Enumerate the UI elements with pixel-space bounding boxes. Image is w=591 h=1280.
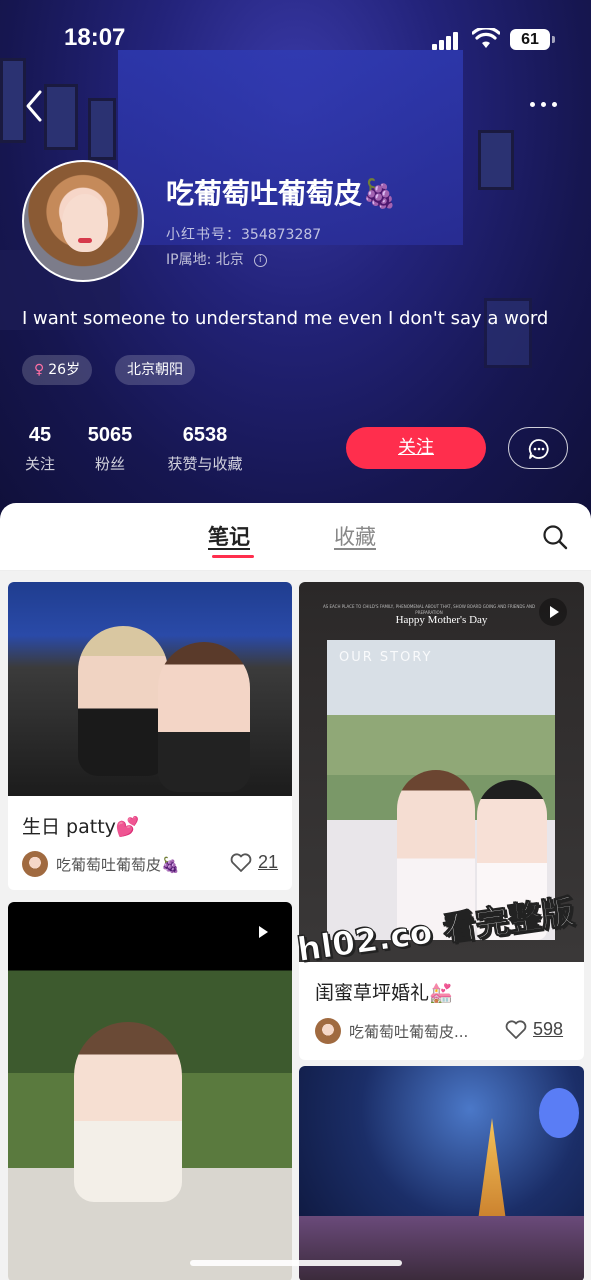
profile-nickname: 吃葡萄吐葡萄皮🍇	[166, 177, 397, 210]
back-icon[interactable]	[22, 86, 52, 126]
female-icon: ♀	[34, 362, 45, 378]
video-play-icon	[248, 918, 276, 946]
note-author[interactable]: 吃葡萄吐葡萄皮...	[315, 1018, 468, 1044]
note-cover-image	[8, 582, 292, 796]
location-tag: 北京朝阳	[115, 355, 195, 385]
heart-icon	[505, 1019, 527, 1039]
stat-likes-and-collects[interactable]: 6538 获赞与收藏	[160, 424, 250, 474]
cover-overlay-text: OUR STORY	[339, 650, 433, 665]
status-bar: 18:07 61	[0, 22, 591, 58]
note-card[interactable]	[8, 902, 292, 1280]
note-card[interactable]: 生日 patty💕 吃葡萄吐葡萄皮🍇 21	[8, 582, 292, 890]
cellular-signal-icon	[432, 30, 464, 50]
author-avatar	[315, 1018, 341, 1044]
note-author[interactable]: 吃葡萄吐葡萄皮🍇	[22, 851, 180, 877]
note-card[interactable]: AS EACH PLACE TO CHILD'S FAMILY, PHENOME…	[299, 582, 584, 1060]
active-tab-indicator	[212, 555, 254, 558]
background-frame	[88, 98, 116, 160]
like-button[interactable]: 21	[230, 852, 278, 873]
note-title: 闺蜜草坪婚礼💒	[315, 982, 453, 1004]
red-id: 小红书号：354873287	[166, 224, 321, 244]
background-screen	[118, 50, 463, 245]
stat-label: 关注	[24, 455, 55, 473]
stat-value: 45	[28, 424, 52, 446]
home-indicator[interactable]	[190, 1260, 402, 1266]
message-button[interactable]	[508, 427, 568, 469]
profile-header: 18:07 61 吃葡萄吐葡萄皮🍇 小红书号：354873287 IP属地: 北…	[0, 0, 591, 520]
tab-notes[interactable]: 笔记	[208, 521, 250, 551]
stat-value: 5065	[87, 424, 133, 446]
video-play-icon	[539, 598, 567, 626]
background-frame	[478, 130, 514, 190]
note-cover-image	[8, 902, 292, 1280]
more-options-icon[interactable]	[530, 94, 570, 114]
stat-following[interactable]: 45 关注	[22, 424, 58, 474]
age-value: 26岁	[48, 362, 81, 378]
stat-value: 6538	[182, 424, 228, 446]
author-avatar	[22, 851, 48, 877]
battery-icon: 61	[510, 29, 555, 50]
note-title: 生日 patty💕	[22, 816, 140, 838]
note-card[interactable]	[299, 1066, 584, 1280]
info-icon[interactable]: i	[253, 253, 267, 267]
age-tag: ♀ 26岁	[22, 355, 93, 385]
tab-collections[interactable]: 收藏	[334, 521, 376, 551]
note-cover-image	[299, 1066, 584, 1280]
ip-value: 北京	[215, 252, 244, 268]
wifi-icon	[472, 28, 500, 48]
ip-location: IP属地: 北京 i	[166, 249, 267, 269]
stat-label: 获赞与收藏	[167, 455, 243, 473]
like-button[interactable]: 598	[505, 1019, 563, 1040]
stat-followers[interactable]: 5065 粉丝	[80, 424, 140, 474]
stat-label: 粉丝	[94, 455, 125, 473]
content-tabs: 笔记 收藏	[0, 503, 591, 571]
profile-bio: I want someone to understand me even I d…	[22, 308, 549, 329]
search-icon[interactable]	[542, 524, 568, 550]
avatar[interactable]	[22, 160, 144, 282]
status-time: 18:07	[64, 24, 126, 51]
like-count: 21	[258, 852, 279, 872]
like-count: 598	[533, 1019, 564, 1039]
ip-label: IP属地:	[166, 252, 216, 268]
follow-button[interactable]: 关注	[346, 427, 486, 469]
red-id-label: 小红书号：	[166, 227, 241, 243]
chat-bubble-icon	[528, 439, 549, 459]
author-name: 吃葡萄吐葡萄皮🍇	[56, 855, 180, 874]
author-name: 吃葡萄吐葡萄皮...	[349, 1022, 469, 1041]
heart-icon	[230, 852, 252, 872]
red-id-value: 354873287	[241, 227, 322, 243]
